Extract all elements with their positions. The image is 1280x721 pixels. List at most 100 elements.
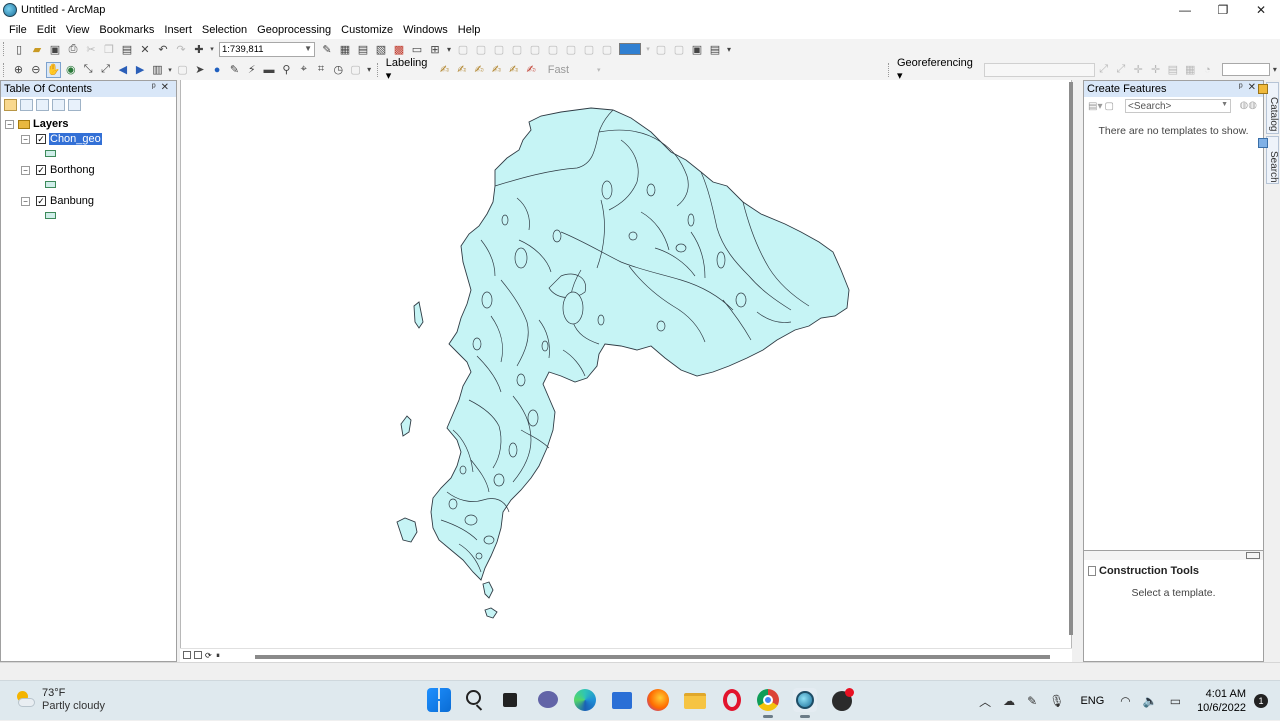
opera-browser-icon[interactable] [720, 688, 744, 712]
find-icon[interactable]: ⚲ [279, 62, 294, 78]
menu-bookmarks[interactable]: Bookmarks [94, 24, 159, 36]
viewer-window-icon[interactable]: ▢ [348, 62, 363, 78]
chevron-down-icon[interactable]: ▼ [1221, 101, 1228, 108]
data-view-icon[interactable] [183, 651, 191, 659]
layout-tool-10-icon[interactable]: ▢ [653, 41, 669, 57]
georeferencing-menu[interactable]: Georeferencing ▾ [895, 57, 980, 82]
hyperlink-icon[interactable]: ⚡ [244, 62, 259, 78]
zoom-out-icon[interactable]: ⊖ [28, 62, 43, 78]
layer-row-chon-geo[interactable]: − ✓ Chon_geo [21, 133, 102, 145]
search-icon[interactable] [463, 688, 487, 712]
html-popup-icon[interactable]: ✎ [227, 62, 242, 78]
chat-icon[interactable] [536, 688, 560, 712]
scrollbar-thumb[interactable] [1069, 82, 1073, 635]
find-route-icon[interactable]: ⌖ [296, 62, 311, 78]
editor-toolbar-icon[interactable]: ✎ [319, 41, 335, 57]
construction-tools-splitter[interactable] [1084, 550, 1263, 560]
layout-tool-5-icon[interactable]: ▢ [527, 41, 543, 57]
pen-tablet-icon[interactable]: ✎ [1027, 694, 1037, 708]
windows-start-icon[interactable] [427, 688, 451, 712]
delete-icon[interactable]: ✕ [137, 41, 153, 57]
template-search-input[interactable]: <Search> ▼ [1125, 99, 1231, 113]
go-to-xy-icon[interactable]: ⌗ [313, 62, 328, 78]
menu-insert[interactable]: Insert [159, 24, 197, 36]
fixed-zoom-in-icon[interactable]: ⤡ [81, 62, 96, 78]
map-display[interactable] [180, 80, 1072, 662]
layer-row-borthong[interactable]: − ✓ Borthong [21, 164, 96, 176]
go-back-icon[interactable]: ◀ [115, 62, 130, 78]
organize-templates-icon[interactable]: ▤▾ [1088, 101, 1102, 112]
full-extent-icon[interactable]: ◉ [63, 62, 78, 78]
layout-tool-3-icon[interactable]: ▢ [491, 41, 507, 57]
georef-tool-2-icon[interactable]: ⤢ [1113, 62, 1128, 78]
draw-mode-dropdown-icon[interactable]: ▾ [591, 62, 606, 78]
georef-tool-6-icon[interactable]: ▦ [1183, 62, 1198, 78]
toc-options-icon[interactable] [68, 99, 81, 111]
layout-tool-8-icon[interactable]: ▢ [581, 41, 597, 57]
wifi-icon[interactable]: ◠ [1120, 694, 1130, 708]
layer-visibility-checkbox[interactable]: ✓ [36, 165, 46, 175]
layout-tool-13-icon[interactable]: ▤ [707, 41, 723, 57]
polygon-island-4[interactable] [484, 607, 498, 619]
menu-file[interactable]: File [4, 24, 32, 36]
polygon-main-landmass[interactable] [430, 107, 850, 581]
georef-tool-7-icon[interactable]: ◔ [1200, 62, 1215, 78]
georeferencing-layer-combo[interactable] [983, 62, 1095, 77]
layers-root-row[interactable]: − Layers [5, 118, 68, 130]
draw-mode-fast[interactable]: Fast [546, 64, 571, 76]
label-manager-icon[interactable]: ✍ [437, 62, 452, 78]
polygon-island-3[interactable] [396, 517, 418, 543]
layout-tool-9-icon[interactable]: ▢ [599, 41, 615, 57]
search-tab[interactable]: Search [1258, 136, 1279, 184]
fixed-zoom-out-icon[interactable]: ⤢ [98, 62, 113, 78]
microphone-icon[interactable]: 🎙 [1049, 694, 1064, 708]
color-dropdown-icon[interactable]: ▾ [645, 41, 651, 57]
layer-visibility-checkbox[interactable]: ✓ [36, 196, 46, 206]
refresh-view-icon[interactable]: ⟳ [205, 651, 213, 660]
toolbar-options-icon[interactable]: ▾ [445, 41, 453, 57]
scrollbar-thumb[interactable] [255, 655, 1050, 659]
menu-selection[interactable]: Selection [197, 24, 252, 36]
table-of-contents-icon[interactable]: ▦ [337, 41, 353, 57]
label-weight-icon[interactable]: ✍ [471, 62, 486, 78]
layout-view-icon[interactable] [194, 651, 202, 659]
catalog-window-icon[interactable]: ▤ [355, 41, 371, 57]
menu-view[interactable]: View [61, 24, 95, 36]
polygon-island-1[interactable] [413, 301, 424, 329]
layer-name[interactable]: Banbung [49, 195, 95, 207]
open-icon[interactable]: ▰ [29, 41, 45, 57]
arctoolbox-icon[interactable]: ▩ [391, 41, 407, 57]
layout-tool-2-icon[interactable]: ▢ [473, 41, 489, 57]
python-window-icon[interactable]: ▭ [409, 41, 425, 57]
polygon-island-2[interactable] [400, 415, 412, 437]
georef-tool-5-icon[interactable]: ▤ [1165, 62, 1180, 78]
add-data-icon[interactable]: ✚ [191, 41, 207, 57]
toolbar-grip[interactable] [376, 62, 381, 77]
list-by-drawing-order-icon[interactable] [4, 99, 17, 111]
catalog-tab[interactable]: Catalog [1258, 82, 1279, 134]
time-slider-icon[interactable]: ◷ [331, 62, 346, 78]
copy-icon[interactable]: ❐ [101, 41, 117, 57]
labeling-menu[interactable]: Labeling ▾ [384, 57, 436, 82]
close-button[interactable]: ✕ [1242, 0, 1280, 20]
layer-symbol-swatch[interactable] [45, 150, 56, 157]
select-dropdown-icon[interactable]: ▾ [167, 62, 173, 78]
label-priority-icon[interactable]: ✍ [454, 62, 469, 78]
layout-tool-11-icon[interactable]: ▢ [671, 41, 687, 57]
fill-color-swatch[interactable] [619, 43, 641, 55]
layout-tool-1-icon[interactable]: ▢ [455, 41, 471, 57]
layout-tool-4-icon[interactable]: ▢ [509, 41, 525, 57]
minimize-button[interactable]: — [1166, 0, 1204, 20]
menu-geoprocessing[interactable]: Geoprocessing [252, 24, 336, 36]
georef-tool-3-icon[interactable]: ✛ [1131, 62, 1146, 78]
go-forward-icon[interactable]: ▶ [132, 62, 147, 78]
measure-icon[interactable]: ▬ [261, 62, 276, 78]
weather-widget[interactable]: 73°F Partly cloudy [14, 687, 105, 713]
identify-icon[interactable]: ● [209, 62, 224, 78]
menu-help[interactable]: Help [453, 24, 486, 36]
map-horizontal-scrollbar[interactable]: ⟳ ⏸ [180, 648, 1072, 662]
add-data-dropdown-icon[interactable]: ▾ [209, 41, 215, 57]
collapse-icon[interactable]: − [21, 165, 30, 175]
layout-tool-6-icon[interactable]: ▢ [545, 41, 561, 57]
input-language[interactable]: ENG [1080, 695, 1104, 707]
